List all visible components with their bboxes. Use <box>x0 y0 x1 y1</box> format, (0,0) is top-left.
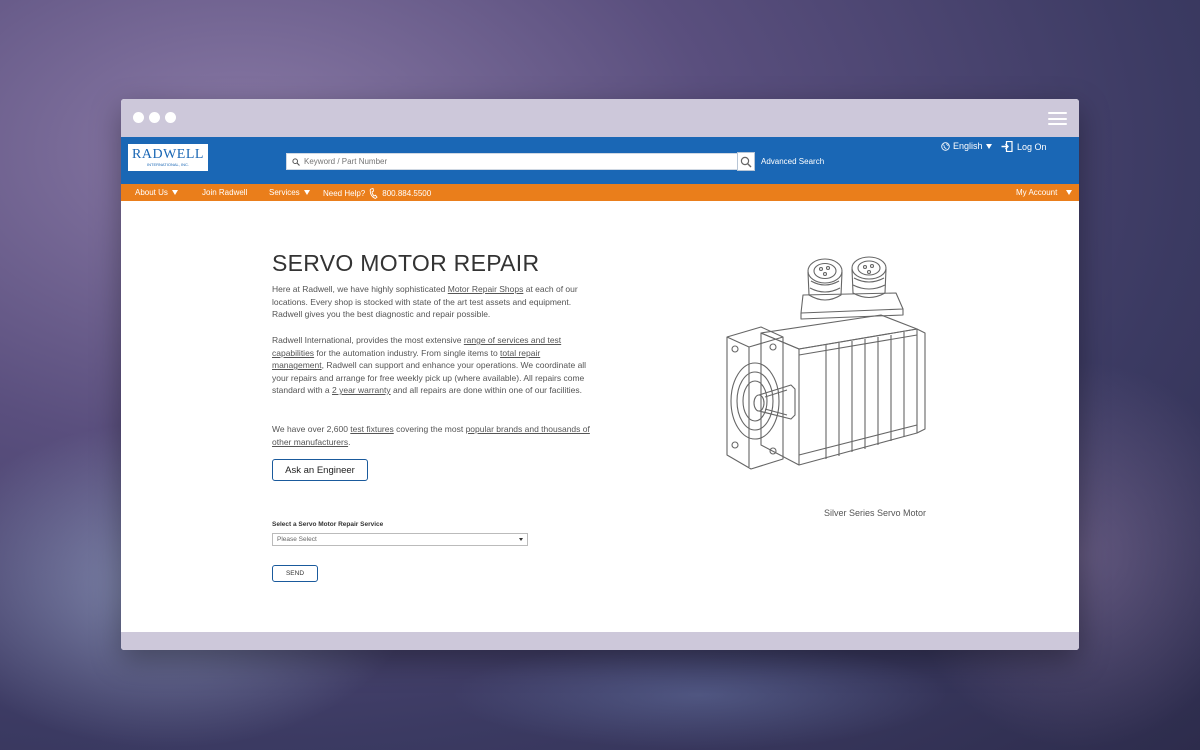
chevron-down-icon <box>985 143 992 149</box>
services-paragraph: Radwell International, provides the most… <box>272 335 587 395</box>
nav-about-label: About Us <box>135 188 168 197</box>
motor-repair-shops-link[interactable]: Motor Repair Shops <box>448 284 524 294</box>
image-caption: Silver Series Servo Motor <box>824 508 927 518</box>
nav-need-help[interactable]: Need Help? 800.884.5500 <box>323 188 431 199</box>
warranty-link[interactable]: 2 year warranty <box>332 385 391 395</box>
logo-subtext: INTERNATIONAL, INC. <box>147 162 189 167</box>
window-footer <box>121 632 1079 650</box>
site-header: RADWELL INTERNATIONAL, INC. Advanced Sea… <box>121 137 1079 184</box>
chevron-down-icon <box>303 190 310 195</box>
need-help-label: Need Help? <box>323 189 366 198</box>
nav-join-label: Join Radwell <box>202 188 248 197</box>
background-blur <box>450 640 950 750</box>
login-link[interactable]: Log On <box>1001 141 1047 152</box>
nav-services-label: Services <box>269 188 300 197</box>
language-selector[interactable]: English <box>941 141 992 151</box>
search-input[interactable] <box>304 157 724 166</box>
search-icon <box>740 156 752 167</box>
search-field[interactable] <box>286 153 738 170</box>
radwell-logo[interactable]: RADWELL INTERNATIONAL, INC. <box>128 144 208 171</box>
window-controls <box>133 112 176 123</box>
fixtures-paragraph: We have over 2,600 test fixtures coverin… <box>272 424 590 447</box>
menu-icon[interactable] <box>1048 112 1067 125</box>
window-dot-close[interactable] <box>133 112 144 123</box>
service-select-label: Select a Servo Motor Repair Service <box>272 521 384 528</box>
servo-motor-image <box>726 256 926 470</box>
chevron-down-icon <box>519 538 523 541</box>
page-content: SERVO MOTOR REPAIR Here at Radwell, we h… <box>121 201 1079 632</box>
globe-icon <box>941 141 950 151</box>
browser-window: RADWELL INTERNATIONAL, INC. Advanced Sea… <box>121 99 1079 650</box>
chevron-down-icon <box>171 190 178 195</box>
intro-paragraph: Here at Radwell, we have highly sophisti… <box>272 284 578 319</box>
advanced-search-link[interactable]: Advanced Search <box>761 157 824 166</box>
phone-icon <box>369 188 378 199</box>
login-icon <box>1001 141 1013 152</box>
window-dot-minimize[interactable] <box>149 112 160 123</box>
nav-my-account[interactable]: My Account <box>1016 188 1073 197</box>
login-label: Log On <box>1017 141 1047 152</box>
phone-number[interactable]: 800.884.5500 <box>382 189 431 198</box>
ask-engineer-button[interactable]: Ask an Engineer <box>272 459 368 481</box>
service-select[interactable]: Please Select <box>272 533 528 546</box>
service-select-value: Please Select <box>277 536 317 543</box>
test-fixtures-link[interactable]: test fixtures <box>350 424 393 434</box>
send-button[interactable]: SEND <box>272 565 318 582</box>
search-button[interactable] <box>737 152 755 171</box>
nav-services[interactable]: Services <box>269 188 310 197</box>
nav-join-radwell[interactable]: Join Radwell <box>202 188 247 197</box>
my-account-label: My Account <box>1016 188 1058 197</box>
window-titlebar <box>121 99 1079 137</box>
logo-text: RADWELL <box>132 147 204 162</box>
main-nav: About Us Join Radwell Services Need Help… <box>121 184 1079 201</box>
nav-about-us[interactable]: About Us <box>135 188 178 197</box>
chevron-down-icon <box>1066 190 1073 195</box>
page-title: SERVO MOTOR REPAIR <box>272 250 540 276</box>
window-dot-maximize[interactable] <box>165 112 176 123</box>
language-label: English <box>953 141 983 151</box>
search-icon <box>292 157 300 166</box>
